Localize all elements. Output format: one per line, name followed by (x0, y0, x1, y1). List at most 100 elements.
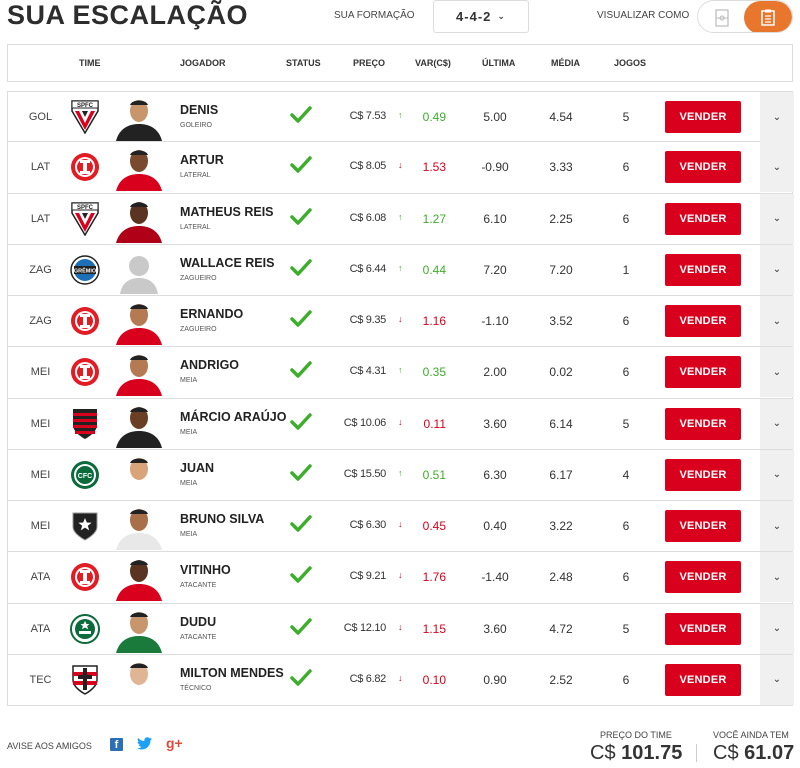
average-score: 6.14 (549, 416, 573, 431)
expand-row-button[interactable]: ⌄ (760, 347, 794, 398)
expand-row-button[interactable]: ⌄ (760, 193, 794, 244)
chevron-down-icon: ⌄ (772, 161, 782, 173)
expand-row-button[interactable]: ⌄ (760, 501, 794, 551)
player-name[interactable]: DENIS (180, 104, 290, 117)
expand-row-button[interactable]: ⌄ (760, 142, 794, 193)
status-check-icon (290, 361, 312, 381)
games-played: 6 (622, 570, 630, 585)
player-name[interactable]: MILTON MENDES (180, 667, 290, 680)
expand-row-button[interactable]: ⌄ (760, 92, 794, 142)
games-played: 6 (622, 519, 630, 533)
player-name[interactable]: ERNANDO (180, 308, 290, 321)
player-role: MEIA (180, 479, 198, 487)
expand-row-button[interactable]: ⌄ (760, 603, 794, 654)
player-name[interactable]: WALLACE REIS (180, 257, 290, 270)
price-variation: 0.11 (423, 416, 446, 431)
player-role: ZAGUEIRO (180, 326, 217, 333)
sell-button[interactable]: VENDER (665, 356, 741, 389)
club-badge-icon (68, 304, 102, 338)
player-photo (108, 299, 170, 345)
remaining-label: VOCÊ AINDA TEM (713, 730, 789, 740)
price-variation: 0.45 (422, 519, 446, 533)
player-name[interactable]: JUAN (180, 462, 290, 475)
player-name[interactable]: MÁRCIO ARAÚJO (180, 410, 290, 423)
club-badge-icon (68, 150, 102, 184)
list-view-button[interactable] (744, 1, 792, 32)
player-name[interactable]: ARTUR (180, 154, 290, 167)
player-price: C$ 6.08 (349, 211, 387, 224)
price-variation: 0.44 (422, 262, 446, 277)
field-view-button[interactable] (698, 1, 746, 32)
price-variation: 1.15 (422, 621, 446, 636)
sell-button[interactable]: VENDER (665, 561, 741, 594)
sell-button[interactable]: VENDER (665, 253, 741, 286)
club-badge-icon (68, 355, 102, 389)
expand-row-button[interactable]: ⌄ (760, 654, 794, 705)
average-score: 6.17 (549, 467, 573, 482)
player-name[interactable]: BRUNO SILVA (180, 513, 290, 526)
player-position: MEI (30, 520, 51, 532)
average-score: 3.52 (549, 314, 573, 328)
player-role: ATACANTE (180, 582, 217, 590)
club-badge-icon (68, 407, 102, 441)
expand-row-button[interactable]: ⌄ (760, 552, 794, 603)
twitter-icon[interactable] (137, 737, 152, 753)
status-check-icon (290, 259, 312, 279)
club-badge-icon: GRÊMIO (68, 253, 102, 287)
arrow-up-icon: ↑ (398, 365, 403, 376)
player-name[interactable]: MATHEUS REIS (180, 205, 290, 218)
player-position: ATA (30, 622, 51, 635)
facebook-icon[interactable]: f (110, 738, 123, 751)
average-score: 2.52 (549, 672, 573, 687)
player-name[interactable]: VITINHO (180, 564, 290, 577)
divider (696, 744, 697, 762)
formation-select[interactable]: 4-4-2 ⌄ (433, 0, 529, 33)
google-plus-icon[interactable]: g+ (166, 735, 183, 751)
sell-button[interactable]: VENDER (665, 458, 741, 491)
sell-button[interactable]: VENDER (665, 612, 741, 645)
table-header: TIME JOGADOR STATUS PREÇO VAR(C$) ÚLTIMA… (7, 44, 793, 82)
amount: 101.75 (621, 742, 683, 764)
price-variation: 0.51 (422, 467, 446, 482)
player-name[interactable]: ANDRIGO (180, 359, 290, 372)
expand-row-button[interactable]: ⌄ (760, 244, 794, 295)
arrow-up-icon: ↑ (398, 467, 403, 478)
player-position: MEI (30, 417, 51, 430)
status-check-icon (290, 515, 312, 535)
currency: C$ (713, 742, 739, 764)
player-position: GOL (28, 111, 53, 123)
table-row: ATA VITINHO ATACANTE C$ 9.21 ↓ 1.76 -1.40 2.48 6… (7, 552, 794, 604)
player-name[interactable]: DUDU (180, 615, 290, 628)
expand-row-button[interactable]: ⌄ (760, 398, 794, 449)
price-variation: 1.16 (422, 314, 446, 328)
sell-button[interactable]: VENDER (665, 407, 741, 440)
expand-row-button[interactable]: ⌄ (760, 449, 794, 500)
chevron-down-icon: ⌄ (772, 111, 782, 123)
arrow-down-icon: ↓ (398, 672, 403, 683)
sell-button[interactable]: VENDER (665, 202, 741, 235)
player-photo (108, 247, 170, 294)
player-photo (108, 145, 170, 192)
status-check-icon (290, 106, 312, 126)
sell-button[interactable]: VENDER (665, 305, 741, 337)
last-score: -1.40 (481, 570, 509, 585)
player-photo (108, 657, 170, 704)
sell-button[interactable]: VENDER (665, 151, 741, 184)
table-row: MEI CFC JUAN MEIA C$ 15.50 ↑ 0.51 6.30 6.17 4 VEND… (7, 449, 794, 501)
last-score: -0.90 (481, 160, 509, 175)
games-played: 1 (622, 262, 630, 277)
games-played: 4 (622, 467, 630, 482)
table-row: LAT ARTUR LATERAL C$ 8.05 ↓ 1.53 -0.90 3.33 6 VEN… (7, 142, 794, 194)
arrow-down-icon: ↓ (398, 519, 403, 529)
games-played: 6 (622, 365, 630, 380)
chevron-down-icon: ⌄ (772, 623, 782, 634)
col-status: STATUS (286, 58, 321, 68)
last-score: 5.00 (483, 110, 507, 124)
player-photo (108, 350, 170, 397)
sell-button[interactable]: VENDER (665, 510, 741, 542)
last-score: 6.10 (483, 211, 507, 226)
sell-button[interactable]: VENDER (665, 663, 741, 696)
expand-row-button[interactable]: ⌄ (760, 296, 794, 346)
sell-button[interactable]: VENDER (665, 101, 741, 133)
table-row: ATA DUDU ATACANTE C$ 12.10 ↓ 1.15 3.60 4.72 5 VEN… (7, 603, 794, 655)
